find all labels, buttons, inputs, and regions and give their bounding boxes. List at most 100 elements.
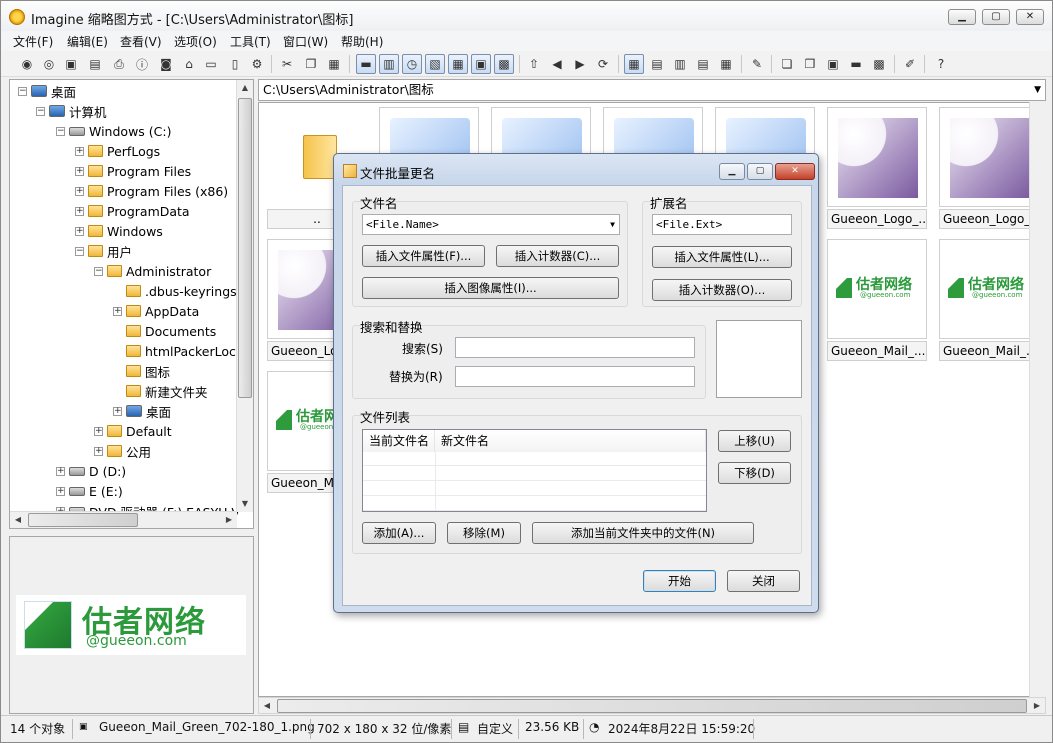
tree-node[interactable]: .dbus-keyrings xyxy=(113,282,237,300)
remove-button[interactable]: 移除(M) xyxy=(447,522,521,544)
help-icon[interactable]: ? xyxy=(931,54,951,74)
tree-node[interactable]: − Administrator xyxy=(94,262,211,280)
expand-icon[interactable]: + xyxy=(94,446,103,456)
menu-help[interactable]: 帮助(H) xyxy=(341,33,383,50)
file-list[interactable]: 当前文件名 新文件名 xyxy=(362,429,707,512)
filmstrip-icon[interactable]: ▥ xyxy=(379,54,399,74)
menu-window[interactable]: 窗口(W) xyxy=(283,33,328,50)
scroll-up-icon[interactable]: ▲ xyxy=(237,80,253,96)
expand-icon[interactable]: + xyxy=(56,486,65,496)
tree-node[interactable]: + Program Files (x86) xyxy=(75,182,228,200)
thumbnail[interactable]: 估者网络 @gueeon.com xyxy=(827,239,927,339)
copy-to-icon[interactable]: ❏ xyxy=(777,54,797,74)
scroll-right-icon[interactable]: ▶ xyxy=(221,512,237,528)
move-down-button[interactable]: 下移(D) xyxy=(718,462,791,484)
film-icon[interactable]: ▬ xyxy=(356,54,376,74)
convert-icon[interactable]: ▣ xyxy=(823,54,843,74)
batch-icon[interactable]: ▩ xyxy=(869,54,889,74)
image-info-icon[interactable]: ▧ xyxy=(425,54,445,74)
grid-icon[interactable]: ▦ xyxy=(448,54,468,74)
delete-icon[interactable]: ▯ xyxy=(225,54,245,74)
tree-horizontal-scrollbar[interactable]: ◀ ▶ xyxy=(10,511,237,528)
tree-node[interactable]: − 计算机 xyxy=(36,102,107,120)
scroll-right-icon[interactable]: ▶ xyxy=(1029,698,1045,714)
menu-options[interactable]: 选项(O) xyxy=(174,33,217,50)
close-button[interactable]: ✕ xyxy=(1016,9,1044,25)
thumbnail[interactable] xyxy=(939,107,1039,207)
dialog-close-text-button[interactable]: 关闭 xyxy=(727,570,800,592)
tree-node[interactable]: htmlPackerLoca xyxy=(113,342,244,360)
gallery-vertical-scrollbar[interactable] xyxy=(1029,102,1046,697)
frame-icon[interactable]: ▣ xyxy=(471,54,491,74)
expand-icon[interactable]: + xyxy=(75,186,84,196)
expand-icon[interactable]: + xyxy=(56,466,65,476)
expand-icon[interactable]: + xyxy=(75,146,84,156)
tree-node[interactable]: Documents xyxy=(113,322,216,340)
large-thumbs-icon[interactable]: ▦ xyxy=(624,54,644,74)
scroll-left-icon[interactable]: ◀ xyxy=(259,698,275,714)
menu-tools[interactable]: 工具(T) xyxy=(230,33,271,50)
start-button[interactable]: 开始 xyxy=(643,570,716,592)
tree-scroll-thumb[interactable] xyxy=(238,98,252,398)
tree-node[interactable]: + 公用 xyxy=(94,442,151,460)
expand-icon[interactable]: + xyxy=(75,226,84,236)
scroll-down-icon[interactable]: ▼ xyxy=(237,496,253,512)
insert-file-attr-button[interactable]: 插入文件属性(F)... xyxy=(362,245,485,267)
landscape-icon[interactable]: ▩ xyxy=(494,54,514,74)
forward-icon[interactable]: ▶ xyxy=(570,54,590,74)
scroll-left-icon[interactable]: ◀ xyxy=(10,512,26,528)
small-thumbs-icon[interactable]: ▤ xyxy=(647,54,667,74)
tree-node[interactable]: + Program Files xyxy=(75,162,191,180)
tree-node[interactable]: + E (E:) xyxy=(56,482,123,500)
table-icon[interactable]: ▦ xyxy=(716,54,736,74)
path-combobox[interactable]: C:\Users\Administrator\图标 ▼ xyxy=(258,79,1046,101)
slideshow-icon[interactable]: ▬ xyxy=(846,54,866,74)
tree-node[interactable]: − Windows (C:) xyxy=(56,122,171,140)
tree-node[interactable]: + PerfLogs xyxy=(75,142,160,160)
save-icon[interactable]: ▣ xyxy=(61,54,81,74)
ext-insert-file-attr-button[interactable]: 插入文件属性(L)... xyxy=(652,246,792,268)
insert-counter-button[interactable]: 插入计数器(C)... xyxy=(496,245,619,267)
menu-file[interactable]: 文件(F) xyxy=(13,33,53,50)
wrench-icon[interactable]: ✎ xyxy=(747,54,767,74)
menu-view[interactable]: 查看(V) xyxy=(120,33,162,50)
ext-insert-counter-button[interactable]: 插入计数器(O)... xyxy=(652,279,792,301)
collapse-icon[interactable]: − xyxy=(18,86,27,96)
tree-node[interactable]: 新建文件夹 xyxy=(113,382,208,400)
camera-icon[interactable]: ◙ xyxy=(156,54,176,74)
open-folder-icon[interactable]: ⌂ xyxy=(179,54,199,74)
gallery-horizontal-scrollbar[interactable]: ◀ ▶ xyxy=(258,697,1046,714)
tree-node[interactable]: 图标 xyxy=(113,362,170,380)
tree-node[interactable]: + AppData xyxy=(113,302,199,320)
chevron-down-icon[interactable]: ▼ xyxy=(610,215,615,234)
thumbnail[interactable] xyxy=(827,107,927,207)
search-input[interactable] xyxy=(455,337,695,358)
chevron-down-icon[interactable]: ▼ xyxy=(1034,80,1041,100)
tree-node[interactable]: + 桌面 xyxy=(113,402,171,420)
insert-image-attr-button[interactable]: 插入图像属性(I)... xyxy=(362,277,619,299)
move-up-button[interactable]: 上移(U) xyxy=(718,430,791,452)
dialog-close-button[interactable]: ✕ xyxy=(775,163,815,180)
save-as-icon[interactable]: ▤ xyxy=(85,54,105,74)
collapse-icon[interactable]: − xyxy=(94,266,103,276)
back-icon[interactable]: ◀ xyxy=(547,54,567,74)
expand-icon[interactable]: + xyxy=(75,206,84,216)
replace-input[interactable] xyxy=(455,366,695,387)
move-to-icon[interactable]: ❒ xyxy=(800,54,820,74)
edit-icon[interactable]: ✐ xyxy=(900,54,920,74)
expand-icon[interactable]: + xyxy=(113,406,122,416)
tree-node[interactable]: + ProgramData xyxy=(75,202,190,220)
col-new-header[interactable]: 新文件名 xyxy=(435,430,706,452)
tree-node[interactable]: − 用户 xyxy=(75,242,132,260)
tree-hscroll-thumb[interactable] xyxy=(28,513,138,527)
filename-combobox[interactable]: <File.Name> ▼ xyxy=(362,214,620,235)
extension-input[interactable]: <File.Ext> xyxy=(652,214,792,235)
scanner-icon[interactable]: ▭ xyxy=(201,54,221,74)
dialog-maximize-button[interactable]: ▢ xyxy=(747,163,773,180)
paste-icon[interactable]: ▦ xyxy=(324,54,344,74)
up-folder-icon[interactable]: ⇧ xyxy=(524,54,544,74)
expand-icon[interactable]: + xyxy=(75,166,84,176)
collapse-icon[interactable]: − xyxy=(56,126,65,136)
tree-node[interactable]: + Default xyxy=(94,422,172,440)
gallery-hscroll-thumb[interactable] xyxy=(277,699,1027,713)
